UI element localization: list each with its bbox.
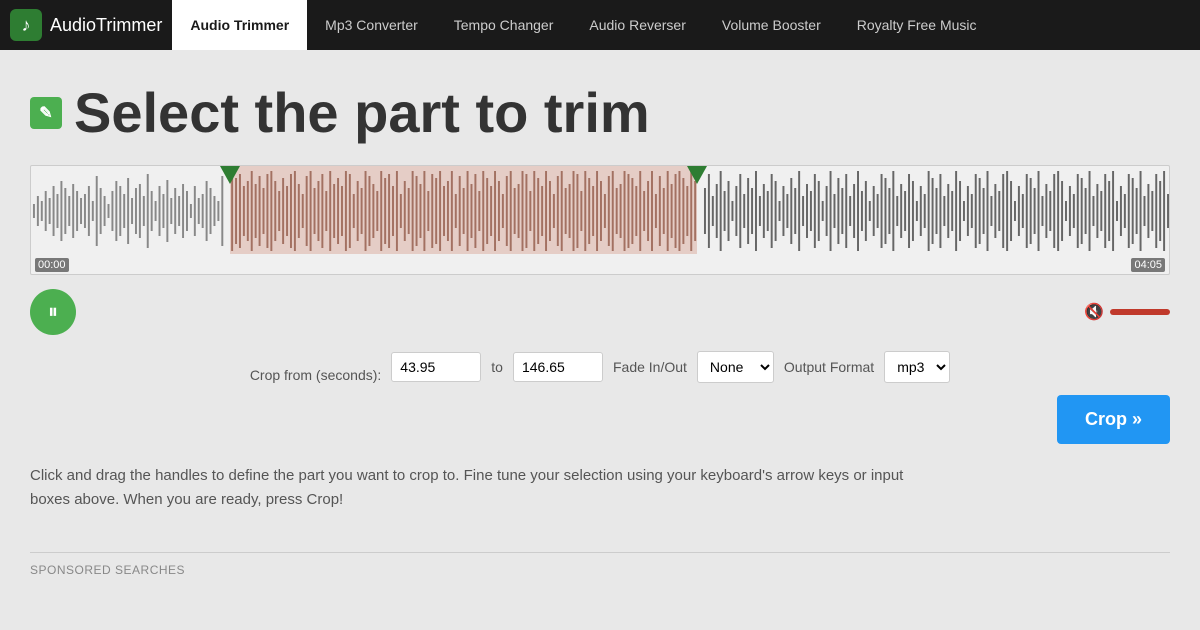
controls-row: 🔇	[30, 289, 1170, 335]
crop-from-input[interactable]	[391, 352, 481, 382]
crop-button[interactable]: Crop »	[1057, 395, 1170, 444]
crop-from-label: Crop from (seconds):	[250, 367, 381, 383]
nav-item-mp3-converter[interactable]: Mp3 Converter	[307, 0, 436, 50]
main-content: ✎ Select the part to trim	[10, 50, 1190, 597]
crop-to-label: to	[491, 359, 503, 375]
crop-to-input[interactable]	[513, 352, 603, 382]
logo-icon	[10, 9, 42, 41]
nav-menu: Audio Trimmer Mp3 Converter Tempo Change…	[172, 0, 994, 50]
fade-label: Fade In/Out	[613, 359, 687, 375]
crop-button-row: Crop »	[30, 395, 1170, 444]
page-title-row: ✎ Select the part to trim	[30, 80, 1170, 145]
waveform-svg	[31, 166, 1169, 256]
nav-item-volume-booster[interactable]: Volume Booster	[704, 0, 839, 50]
output-format-label: Output Format	[784, 359, 874, 375]
handle-left[interactable]	[220, 166, 240, 184]
volume-icon[interactable]: 🔇	[1084, 302, 1104, 322]
logo[interactable]: AudioTrimmer	[10, 9, 162, 41]
nav-item-tempo-changer[interactable]: Tempo Changer	[436, 0, 572, 50]
output-format-select[interactable]: mp3 wav ogg m4a	[884, 351, 950, 383]
waveform-container[interactable]: 00:00 04:05	[30, 165, 1170, 275]
logo-text: AudioTrimmer	[50, 15, 162, 36]
nav-item-audio-reverser[interactable]: Audio Reverser	[571, 0, 704, 50]
nav-item-royalty-free-music[interactable]: Royalty Free Music	[839, 0, 995, 50]
nav-item-audio-trimmer[interactable]: Audio Trimmer	[172, 0, 307, 50]
page-title: Select the part to trim	[74, 80, 650, 145]
time-start: 00:00	[35, 258, 69, 272]
footer-sponsored: SPONSORED SEARCHES	[30, 552, 1170, 577]
help-text: Click and drag the handles to define the…	[30, 464, 930, 512]
handle-right[interactable]	[687, 166, 707, 184]
volume-control: 🔇	[1084, 302, 1170, 322]
crop-settings: Crop from (seconds): to Fade In/Out None…	[30, 351, 1170, 383]
play-pause-button[interactable]	[30, 289, 76, 335]
edit-icon: ✎	[30, 97, 62, 129]
volume-bar[interactable]	[1110, 309, 1170, 315]
fade-select[interactable]: None In Out In/Out	[697, 351, 774, 383]
time-end: 04:05	[1131, 258, 1165, 272]
